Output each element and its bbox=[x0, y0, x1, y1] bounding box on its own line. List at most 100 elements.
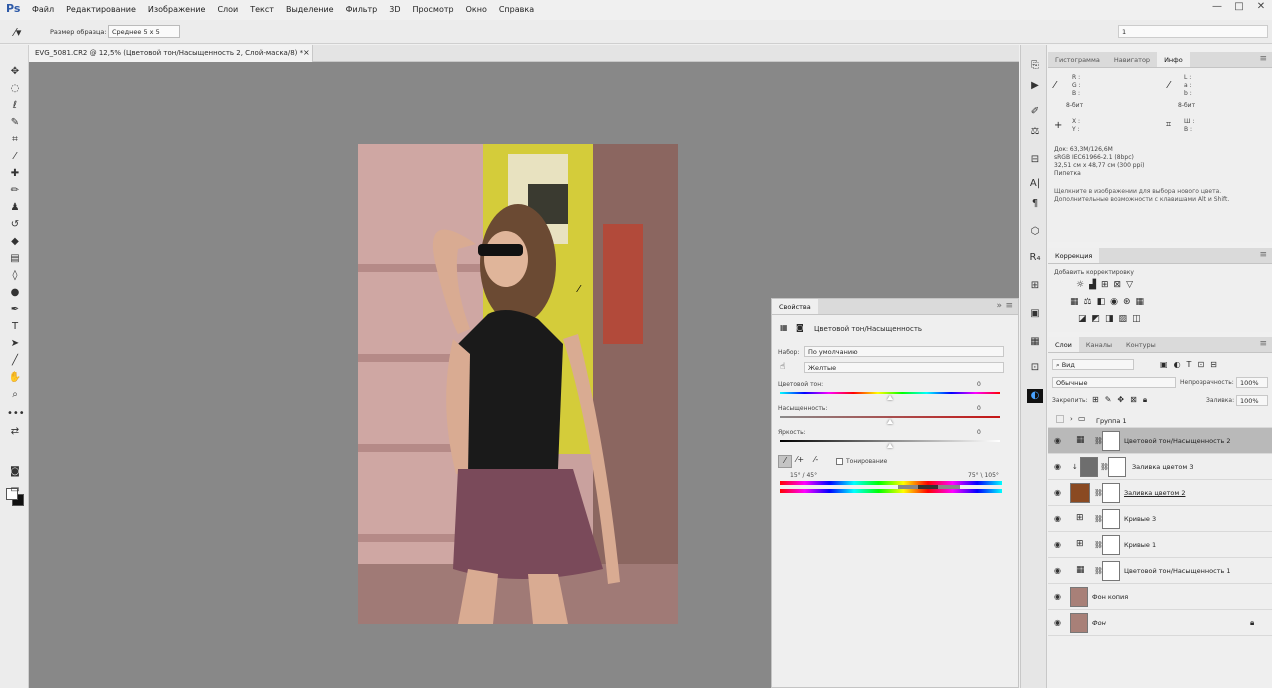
menu-view[interactable]: Просмотр bbox=[413, 5, 454, 14]
tab-layers[interactable]: Слои bbox=[1048, 337, 1079, 352]
collapse-icon[interactable]: » bbox=[996, 301, 1002, 311]
layer-row[interactable]: ◉ ⛓ Заливка цветом 2 bbox=[1048, 480, 1272, 506]
menu-image[interactable]: Изображение bbox=[148, 5, 206, 14]
menu-edit[interactable]: Редактирование bbox=[66, 5, 136, 14]
stamp-tool-icon[interactable]: ♟ bbox=[7, 201, 23, 215]
sample-size-select[interactable]: Среднее 5 x 5 bbox=[108, 25, 180, 38]
filter-adjust-icon[interactable]: ◐ bbox=[1174, 360, 1181, 369]
tab-info[interactable]: Инфо bbox=[1157, 52, 1190, 67]
layer-thumb[interactable] bbox=[1070, 587, 1088, 607]
saturation-slider-knob[interactable] bbox=[887, 419, 893, 424]
layer-row[interactable]: ◉ ⊞ ⛓ Кривые 1 bbox=[1048, 532, 1272, 558]
history-icon[interactable]: ⎘ bbox=[1027, 59, 1043, 73]
hand-adjust-icon[interactable]: ☝ bbox=[780, 362, 785, 372]
fill-color-thumb[interactable] bbox=[1080, 457, 1098, 477]
lightness-value[interactable]: 0 bbox=[977, 429, 981, 436]
layer-mask-thumb[interactable] bbox=[1102, 561, 1120, 581]
opacity-input[interactable]: 100% bbox=[1236, 377, 1268, 388]
lock-artboard-icon[interactable]: ⊠ bbox=[1130, 395, 1137, 405]
tab-paths[interactable]: Контуры bbox=[1119, 337, 1163, 352]
close-icon[interactable]: × bbox=[303, 48, 310, 57]
lasso-tool-icon[interactable]: ℓ bbox=[7, 99, 23, 113]
menu-3d[interactable]: 3D bbox=[389, 5, 400, 14]
eye-icon[interactable]: ◉ bbox=[1054, 592, 1061, 601]
healing-tool-icon[interactable]: ✚ bbox=[7, 167, 23, 181]
channel-select[interactable]: Желтые bbox=[804, 362, 1004, 373]
exposure-icon[interactable]: ⊠ bbox=[1114, 280, 1122, 290]
layer-row[interactable]: ◉ ▦ ⛓ Цветовой тон/Насыщенность 1 bbox=[1048, 558, 1272, 584]
document-tab[interactable]: EVG_5081.CR2 @ 12,5% (Цветовой тон/Насыщ… bbox=[29, 45, 313, 62]
close-button[interactable]: ✕ bbox=[1250, 0, 1272, 14]
tab-adjustments[interactable]: Коррекция bbox=[1048, 248, 1100, 263]
threshold-icon[interactable]: ◨ bbox=[1105, 314, 1114, 324]
lightness-slider-knob[interactable] bbox=[887, 443, 893, 448]
hue-slider-knob[interactable] bbox=[887, 395, 893, 400]
invert-icon[interactable]: ◪ bbox=[1078, 314, 1087, 324]
filter-shape-icon[interactable]: ⊡ bbox=[1197, 360, 1204, 369]
maximize-button[interactable]: □ bbox=[1228, 0, 1250, 14]
layer-group-row[interactable]: › ▭ Группа 1 bbox=[1048, 412, 1272, 428]
colorize-checkbox[interactable] bbox=[836, 458, 843, 465]
menu-filter[interactable]: Фильтр bbox=[346, 5, 378, 14]
tab-properties[interactable]: Свойства bbox=[772, 299, 818, 314]
tab-channels[interactable]: Каналы bbox=[1079, 337, 1119, 352]
selective-color-icon[interactable]: ◫ bbox=[1132, 314, 1141, 324]
eyedropper-icon[interactable]: ⁄▾ bbox=[14, 26, 21, 39]
panel-menu-icon[interactable]: ≡ bbox=[1005, 301, 1013, 311]
quick-select-icon[interactable]: ✎ bbox=[7, 116, 23, 130]
fill-input[interactable]: 100% bbox=[1236, 395, 1268, 406]
layer-mask-thumb[interactable] bbox=[1102, 509, 1120, 529]
hue-value[interactable]: 0 bbox=[977, 381, 981, 388]
vibrance-icon[interactable]: ▽ bbox=[1126, 280, 1133, 290]
history-brush-icon[interactable]: ↺ bbox=[7, 218, 23, 232]
saturation-value[interactable]: 0 bbox=[977, 405, 981, 412]
more-tools-icon[interactable]: ••• bbox=[7, 407, 25, 421]
dodge-tool-icon[interactable]: ● bbox=[7, 286, 23, 300]
brush-presets-icon[interactable]: ✐ bbox=[1027, 105, 1043, 119]
sample-layers-select[interactable]: 1 bbox=[1118, 25, 1268, 38]
saturation-slider[interactable] bbox=[780, 416, 1000, 418]
path-select-icon[interactable]: ➤ bbox=[7, 337, 23, 351]
layer-mask-thumb[interactable] bbox=[1102, 431, 1120, 451]
actions-play-icon[interactable]: ▶ bbox=[1027, 79, 1043, 93]
preset-select[interactable]: По умолчанию bbox=[804, 346, 1004, 357]
crop-tool-icon[interactable]: ⌗ bbox=[7, 133, 23, 147]
screen-mode-icon[interactable]: ▭ bbox=[7, 483, 23, 497]
layer-row[interactable]: ◉ Фон 🔒︎ bbox=[1048, 610, 1272, 636]
curves-icon[interactable]: ⊞ bbox=[1101, 280, 1109, 290]
properties-icon[interactable]: ▣ bbox=[1027, 307, 1043, 321]
paragraph-icon[interactable]: ¶ bbox=[1027, 197, 1043, 211]
panel-menu-icon[interactable]: ≡ bbox=[1259, 54, 1267, 64]
layer-row[interactable]: ◉ ↓ ⛓ Заливка цветом 3 bbox=[1048, 454, 1272, 480]
lock-all-icon[interactable]: 🔒︎ bbox=[1143, 395, 1147, 405]
menu-help[interactable]: Справка bbox=[499, 5, 534, 14]
pen-tool-icon[interactable]: ✒ bbox=[7, 303, 23, 317]
eyedropper-minus-icon[interactable]: ⁄- bbox=[814, 455, 818, 464]
lock-pixels-icon[interactable]: ✎ bbox=[1105, 395, 1112, 405]
swap-colors-icon[interactable]: ⇄ bbox=[7, 425, 23, 439]
brush-tool-icon[interactable]: ✏ bbox=[7, 184, 23, 198]
lock-position-icon[interactable]: ✥ bbox=[1117, 395, 1124, 405]
tool-presets-icon[interactable]: ⊟ bbox=[1027, 153, 1043, 167]
eyedropper-plus-icon[interactable]: ⁄+ bbox=[796, 455, 804, 464]
timeline-icon[interactable]: ⊞ bbox=[1027, 279, 1043, 293]
blur-tool-icon[interactable]: ◊ bbox=[7, 269, 23, 283]
hue-saturation-icon[interactable]: ▦ bbox=[1070, 297, 1079, 307]
layer-thumb[interactable] bbox=[1070, 613, 1088, 633]
filter-type-icon[interactable]: T bbox=[1187, 360, 1192, 369]
tab-histogram[interactable]: Гистограмма bbox=[1048, 52, 1107, 67]
posterize-icon[interactable]: ◩ bbox=[1092, 314, 1101, 324]
menu-window[interactable]: Окно bbox=[466, 5, 487, 14]
mask-icon[interactable]: ◙ bbox=[796, 323, 804, 332]
document-image[interactable] bbox=[358, 144, 678, 624]
black-white-icon[interactable]: ◧ bbox=[1097, 297, 1106, 307]
menu-file[interactable]: Файл bbox=[32, 5, 54, 14]
hue-slider[interactable] bbox=[780, 392, 1000, 394]
eye-icon[interactable]: ◉ bbox=[1054, 436, 1061, 445]
layer-row[interactable]: ◉ Фон копия bbox=[1048, 584, 1272, 610]
eye-icon[interactable]: ◉ bbox=[1054, 488, 1061, 497]
clone-source-icon[interactable]: ⚖ bbox=[1027, 125, 1043, 139]
lock-transparent-icon[interactable]: ⊞ bbox=[1092, 395, 1099, 405]
panel-menu-icon[interactable]: ≡ bbox=[1259, 250, 1267, 260]
eye-icon[interactable]: ◉ bbox=[1054, 514, 1061, 523]
